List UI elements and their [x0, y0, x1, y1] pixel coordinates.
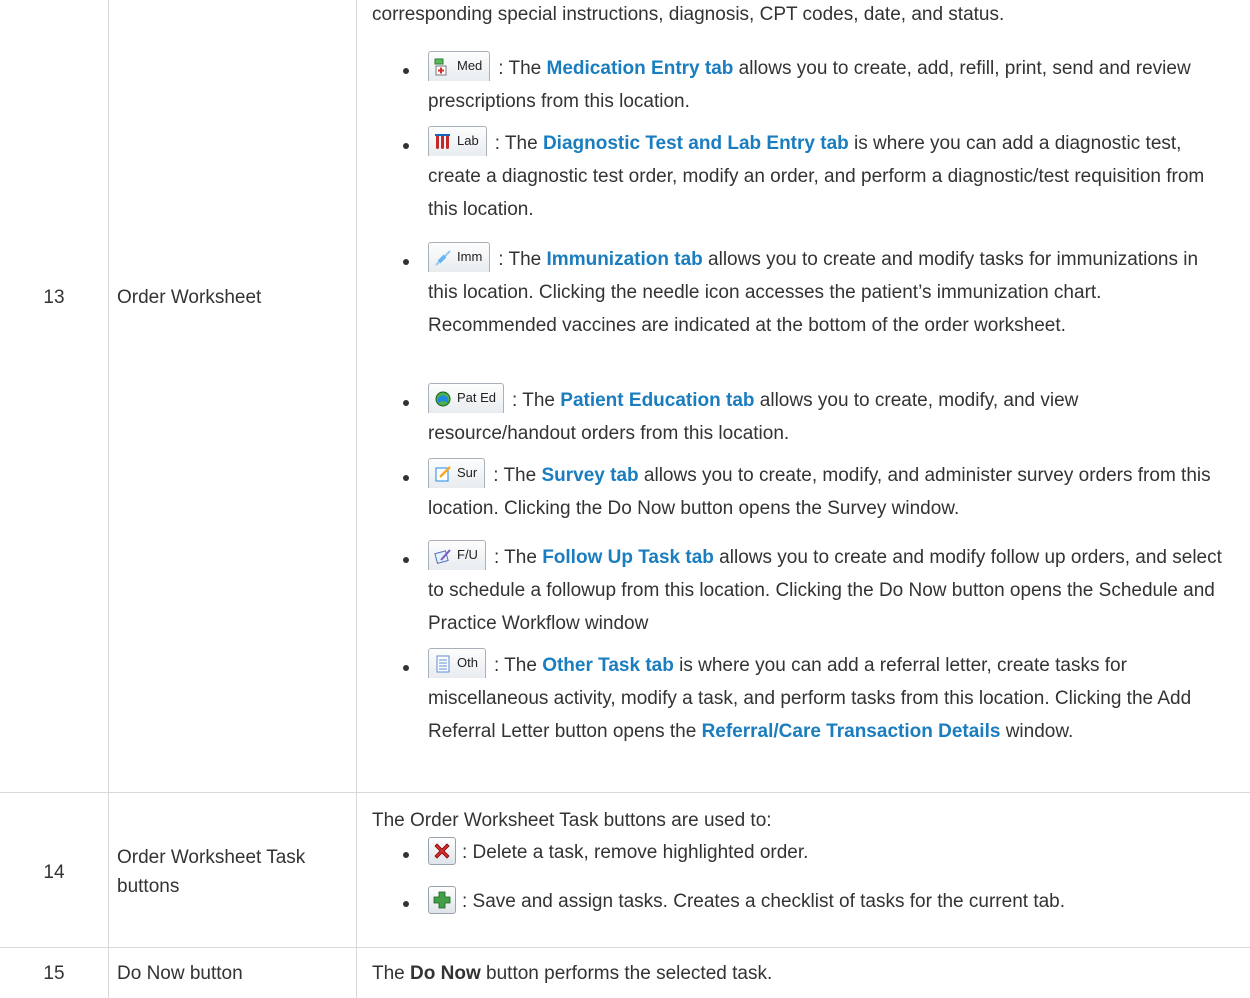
bullet	[403, 143, 409, 149]
other-task-tab-link[interactable]: Other Task tab	[542, 655, 674, 676]
tab-label: Oth	[457, 654, 478, 670]
row-number: 13	[43, 287, 65, 308]
lab-tab-image: Lab	[428, 125, 487, 156]
row-intro-text: The Order Worksheet Task buttons are use…	[372, 810, 772, 831]
bullet	[403, 665, 409, 671]
delete-task-button[interactable]	[428, 836, 456, 865]
tab-label: F/U	[457, 546, 478, 562]
do-now-label: Do Now	[410, 963, 481, 984]
tab-label: Lab	[457, 132, 479, 148]
row-number: 14	[43, 862, 65, 883]
bullet	[403, 68, 409, 74]
other-task-icon	[436, 655, 450, 673]
immunization-tab-link[interactable]: Immunization tab	[547, 249, 703, 270]
add-task-button[interactable]	[428, 885, 456, 914]
row-number: 15	[43, 963, 65, 984]
pat-ed-tab-image: Pat Ed	[428, 382, 505, 413]
medication-icon	[434, 58, 447, 76]
referral-care-transaction-details-link[interactable]: Referral/Care Transaction Details	[702, 721, 1001, 742]
row-intro-text: The Do Now button performs the selected …	[372, 963, 773, 984]
patient-education-tab-link[interactable]: Patient Education tab	[560, 390, 754, 411]
bullet	[403, 557, 409, 563]
survey-tab-link[interactable]: Survey tab	[541, 465, 638, 486]
patient-education-icon	[435, 391, 451, 407]
row-intro-text: corresponding special instructions, diag…	[372, 4, 1005, 25]
row-name: Order Worksheet	[117, 287, 262, 308]
tab-label: Imm	[457, 248, 483, 264]
follow-up-task-tab-link[interactable]: Follow Up Task tab	[542, 547, 714, 568]
row-name: Order Worksheet Task buttons	[117, 847, 306, 897]
column-divider	[356, 0, 357, 998]
med-tab-image: Med	[428, 50, 491, 81]
bullet	[403, 475, 409, 481]
add-plus-icon	[433, 891, 451, 909]
bullet	[403, 259, 409, 265]
survey-icon	[435, 465, 451, 482]
imm-tab-image: Imm	[428, 241, 491, 272]
row-divider	[0, 792, 1250, 793]
tab-label: Med	[457, 57, 483, 73]
oth-tab-image: Oth	[428, 647, 486, 678]
bullet	[403, 852, 409, 858]
bullet	[403, 400, 409, 406]
row-divider	[0, 947, 1250, 948]
needle-icon	[435, 249, 451, 266]
diagnostic-test-lab-entry-tab-link[interactable]: Diagnostic Test and Lab Entry tab	[543, 133, 849, 154]
column-divider	[108, 0, 109, 998]
row-name: Do Now button	[117, 963, 243, 984]
tab-label: Pat Ed	[457, 389, 497, 405]
delete-x-icon	[434, 843, 450, 859]
instructions-table: 13 Order Worksheet corresponding special…	[0, 0, 1250, 998]
follow-up-icon	[434, 548, 451, 564]
lab-tubes-icon	[435, 133, 450, 149]
sur-tab-image: Sur	[428, 457, 486, 488]
fu-tab-image: F/U	[428, 539, 486, 570]
bullet	[403, 901, 409, 907]
medication-entry-tab-link[interactable]: Medication Entry tab	[547, 58, 734, 79]
tab-label: Sur	[457, 464, 478, 480]
